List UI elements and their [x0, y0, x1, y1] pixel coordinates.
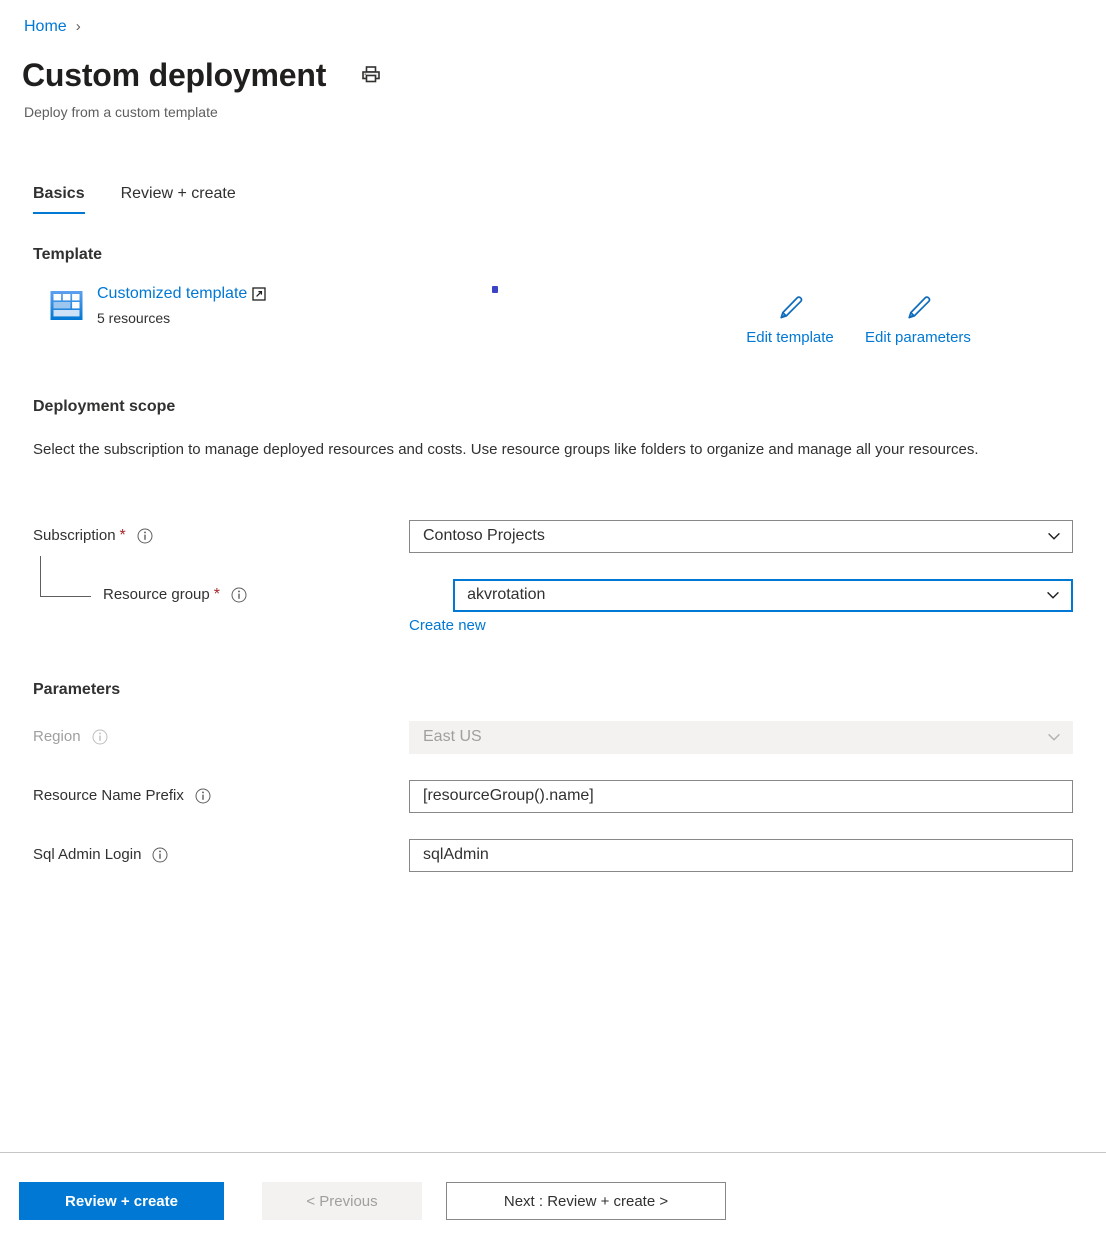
- edit-parameters-button[interactable]: Edit parameters: [854, 293, 982, 348]
- template-resource-count: 5 resources: [97, 308, 266, 328]
- pencil-icon: [775, 293, 805, 323]
- required-marker: *: [120, 529, 126, 543]
- chevron-down-icon: [1043, 585, 1063, 605]
- page-title: Custom deployment: [22, 54, 326, 96]
- footer-divider: [0, 1152, 1106, 1153]
- subscription-label-text: Subscription: [33, 526, 116, 546]
- info-icon[interactable]: [92, 729, 108, 745]
- region-label: Region: [33, 727, 81, 747]
- print-icon[interactable]: [358, 62, 384, 88]
- subscription-row: Subscription * Contoso Projects: [33, 519, 1073, 553]
- edit-template-label: Edit template: [746, 328, 834, 348]
- sql-admin-login-row: Sql Admin Login sqlAdmin: [33, 838, 1073, 872]
- page-title-row: Custom deployment: [22, 54, 384, 96]
- info-icon[interactable]: [231, 587, 247, 603]
- tab-basics[interactable]: Basics: [33, 183, 85, 214]
- template-summary: Customized template 5 resources: [48, 283, 266, 328]
- resource-name-prefix-label: Resource Name Prefix: [33, 786, 184, 806]
- cursor-dot-marker: [492, 286, 498, 293]
- template-edit-actions: Edit template Edit parameters: [726, 293, 982, 348]
- pencil-icon: [903, 293, 933, 323]
- previous-button: < Previous: [262, 1182, 422, 1220]
- section-heading-deployment-scope: Deployment scope: [33, 396, 175, 418]
- customized-template-link[interactable]: Customized template: [97, 283, 247, 305]
- info-icon[interactable]: [137, 528, 153, 544]
- resource-group-label: Resource group *: [103, 585, 220, 605]
- deployment-scope-description: Select the subscription to manage deploy…: [33, 437, 1023, 463]
- edit-parameters-label: Edit parameters: [865, 328, 971, 348]
- resource-name-prefix-input[interactable]: [resourceGroup().name]: [409, 780, 1073, 813]
- resource-group-label-text: Resource group: [103, 585, 210, 605]
- page-subtitle: Deploy from a custom template: [24, 102, 218, 122]
- template-grid-icon: [48, 287, 85, 324]
- info-icon[interactable]: [152, 847, 168, 863]
- info-icon[interactable]: [195, 788, 211, 804]
- edit-template-button[interactable]: Edit template: [726, 293, 854, 348]
- region-dropdown: East US: [409, 721, 1073, 754]
- resource-group-row: Resource group * akvrotation: [33, 578, 1073, 612]
- required-marker: *: [214, 588, 220, 602]
- resource-group-value: akvrotation: [467, 586, 1043, 604]
- breadcrumb-chevron-icon: ›: [76, 16, 81, 38]
- sql-admin-login-input[interactable]: sqlAdmin: [409, 839, 1073, 872]
- sql-admin-login-label: Sql Admin Login: [33, 845, 141, 865]
- create-new-resource-group-link[interactable]: Create new: [409, 616, 486, 636]
- footer-actions: Review + create < Previous Next : Review…: [19, 1182, 726, 1220]
- section-heading-parameters: Parameters: [33, 679, 120, 701]
- next-review-create-button[interactable]: Next : Review + create >: [446, 1182, 726, 1220]
- subscription-dropdown[interactable]: Contoso Projects: [409, 520, 1073, 553]
- chevron-down-icon: [1044, 727, 1064, 747]
- chevron-down-icon: [1044, 526, 1064, 546]
- breadcrumb-home-link[interactable]: Home: [24, 16, 67, 38]
- review-create-button[interactable]: Review + create: [19, 1182, 224, 1220]
- tab-review-create[interactable]: Review + create: [121, 183, 236, 214]
- region-row: Region East US: [33, 720, 1073, 754]
- region-value: East US: [423, 728, 1044, 746]
- subscription-label: Subscription *: [33, 526, 126, 546]
- subscription-value: Contoso Projects: [423, 527, 1044, 545]
- resource-name-prefix-value: [resourceGroup().name]: [423, 787, 1062, 805]
- resource-group-dropdown[interactable]: akvrotation: [453, 579, 1073, 612]
- section-heading-template: Template: [33, 244, 102, 266]
- tab-list: Basics Review + create: [33, 183, 272, 214]
- breadcrumb: Home ›: [24, 16, 81, 38]
- resource-name-prefix-row: Resource Name Prefix [resourceGroup().na…: [33, 779, 1073, 813]
- sql-admin-login-value: sqlAdmin: [423, 846, 1062, 864]
- external-link-icon[interactable]: [252, 287, 266, 301]
